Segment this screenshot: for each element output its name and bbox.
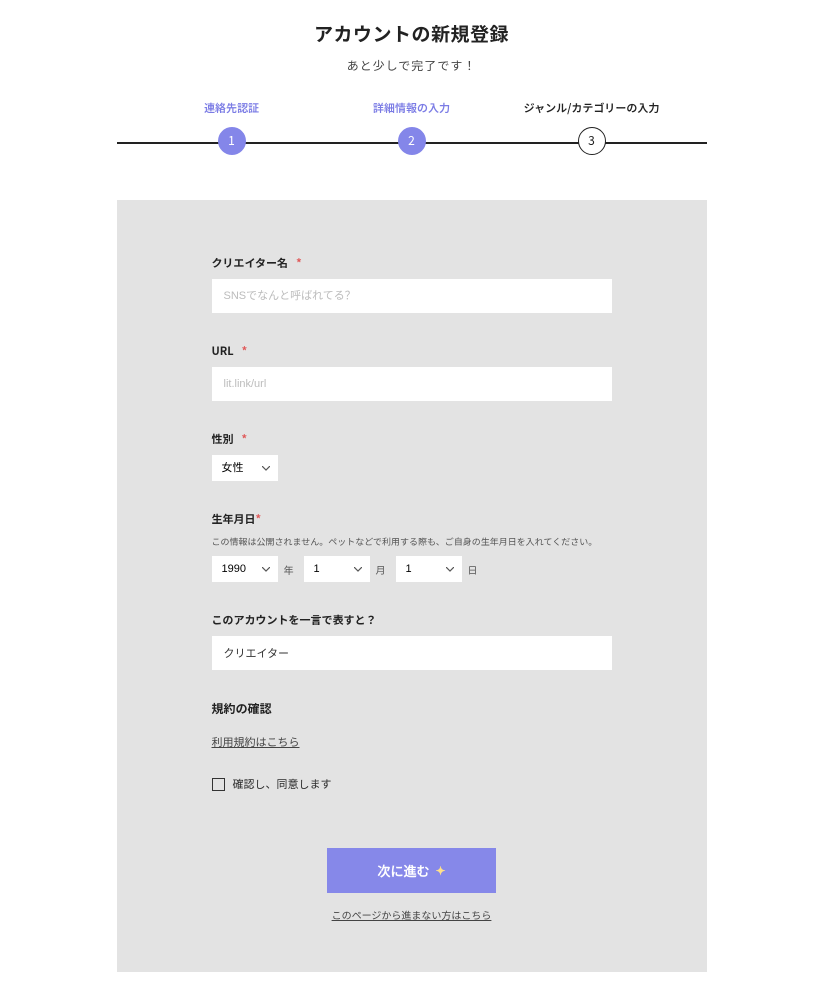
step-3-label: ジャンル/カテゴリーの入力 — [517, 100, 667, 116]
gender-field: 性別 * 女性 — [212, 431, 612, 481]
url-field: URL * — [212, 343, 612, 401]
bio-label: このアカウントを一言で表すと？ — [212, 612, 377, 628]
step-2-circle: 2 — [398, 127, 426, 155]
page-title: アカウントの新規登録 — [0, 20, 823, 47]
step-1: 連絡先認証 1 — [157, 100, 307, 155]
year-unit: 年 — [284, 562, 294, 577]
page-subtitle: あと少しで完了です！ — [0, 57, 823, 74]
gender-select[interactable]: 女性 — [212, 455, 278, 481]
creator-name-field: クリエイター名 * — [212, 255, 612, 313]
step-3: ジャンル/カテゴリーの入力 3 — [517, 100, 667, 155]
alt-link[interactable]: このページから進まない方はこちら — [212, 907, 612, 922]
submit-button-label: 次に進む — [377, 861, 429, 880]
bio-field: このアカウントを一言で表すと？ — [212, 612, 612, 670]
step-1-label: 連絡先認証 — [157, 100, 307, 116]
creator-name-label: クリエイター名 — [212, 255, 289, 271]
bio-input[interactable] — [212, 636, 612, 670]
terms-checkbox-label: 確認し、同意します — [233, 776, 332, 792]
dob-label: 生年月日 — [212, 511, 256, 527]
required-mark: * — [242, 343, 248, 359]
dob-hint: この情報は公開されません。ペットなどで利用する際も、ご自身の生年月日を入れてくだ… — [212, 535, 598, 548]
required-mark: * — [296, 255, 302, 271]
form-panel: クリエイター名* URL* 性別* 女性 生年月日* この情報は公開されません。… — [117, 200, 707, 972]
sparkle-icon: ✦ — [435, 864, 445, 878]
required-mark: * — [242, 431, 248, 447]
month-unit: 月 — [376, 562, 386, 577]
step-1-circle: 1 — [218, 127, 246, 155]
dob-year-select[interactable]: 1990 — [212, 556, 278, 582]
dob-day-select[interactable]: 1 — [396, 556, 462, 582]
dob-field: 生年月日* この情報は公開されません。ペットなどで利用する際も、ご自身の生年月日… — [212, 511, 612, 582]
step-3-circle: 3 — [578, 127, 606, 155]
day-unit: 日 — [468, 562, 478, 577]
step-2-label: 詳細情報の入力 — [337, 100, 487, 116]
url-label: URL — [212, 343, 234, 359]
required-mark: * — [256, 511, 262, 527]
submit-button[interactable]: 次に進む ✦ — [327, 848, 495, 893]
terms-checkbox[interactable] — [212, 778, 225, 791]
terms-link[interactable]: 利用規約はこちら — [212, 734, 300, 750]
gender-label: 性別 — [212, 431, 234, 447]
creator-name-input[interactable] — [212, 279, 612, 313]
dob-month-select[interactable]: 1 — [304, 556, 370, 582]
terms-field: 規約の確認 利用規約はこちら 確認し、同意します — [212, 700, 612, 792]
step-2: 詳細情報の入力 2 — [337, 100, 487, 155]
url-input[interactable] — [212, 367, 612, 401]
progress-stepper: 連絡先認証 1 詳細情報の入力 2 ジャンル/カテゴリーの入力 3 — [117, 100, 707, 160]
terms-heading: 規約の確認 — [212, 700, 612, 717]
